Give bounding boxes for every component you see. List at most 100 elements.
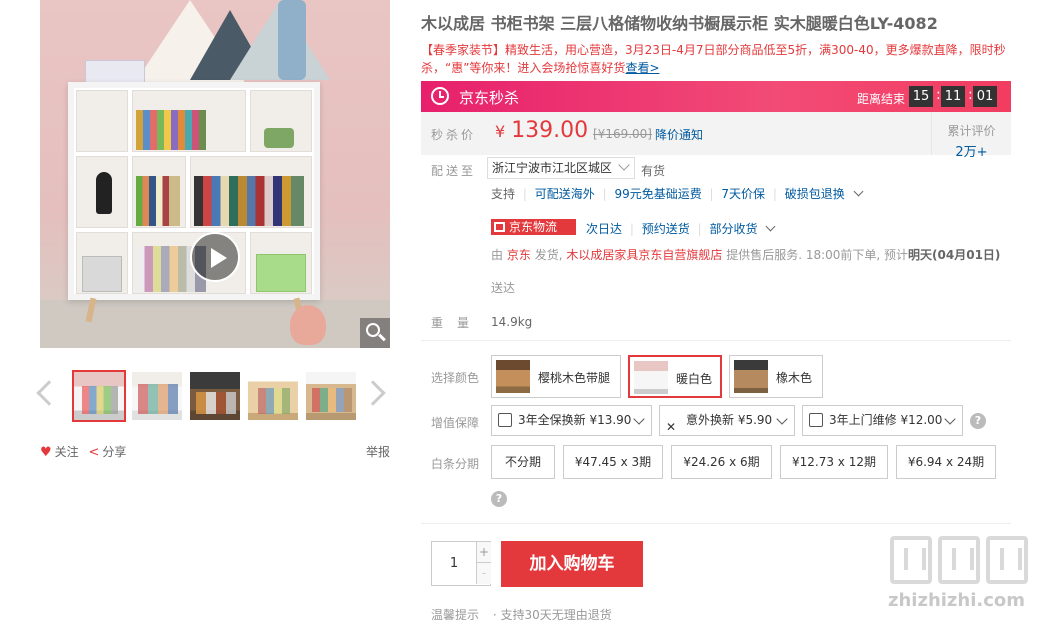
thumbnail-1[interactable] [72,370,126,422]
support-row: 支持 | 可配送海外 | 99元免基础运费 | 7天价保 | 破损包退换 [491,185,864,202]
service-option-accident[interactable]: ✕ 意外换新 ¥5.90 [659,405,795,436]
countdown-label: 距离结束 [857,92,906,106]
tips-row: 温馨提示 · 支持30天无理由退货 [431,606,612,620]
installment-none[interactable]: 不分期 [491,445,555,479]
alarm-clock-icon [431,87,449,105]
thumbnail-4[interactable] [246,370,300,422]
tools-icon: ✕ [666,420,677,434]
support-item-free-shipping[interactable]: 99元免基础运费 [614,187,701,201]
promo-link[interactable]: 查看> [625,61,659,75]
book-stack [85,60,145,84]
delivery-eta: 明天(04月01日) [908,248,1001,262]
installment-3[interactable]: ¥47.45 x 3期 [563,445,663,479]
thumbnail-3[interactable] [188,370,242,422]
weight-label: 重量 [431,316,484,330]
quantity-stepper: 1 + - [431,541,491,586]
next-thumbnail-arrow-icon[interactable] [360,378,390,414]
chevron-down-icon [633,413,645,425]
support-label: 支持 [491,187,516,201]
support-item-price-protect[interactable]: 7天价保 [721,187,765,201]
vase [278,0,306,80]
price-box: 秒杀价 ¥139.00 [¥169.00] 降价通知 累计评价 2万+ [421,112,1011,160]
prev-thumbnail-arrow-icon[interactable] [36,378,62,414]
address-value: 浙江宁波市江北区城区 [492,161,613,175]
help-icon[interactable]: ? [491,491,507,507]
tips-label: 温馨提示 [431,608,480,620]
logistics-next-day[interactable]: 次日达 [586,222,622,236]
add-to-cart-button[interactable]: 加入购物车 [501,541,643,587]
quantity-input[interactable]: 1 [432,542,476,585]
store-link[interactable]: 木以成居家具京东自营旗舰店 [566,248,722,262]
color-option-cherry[interactable]: 樱桃木色带腿 [491,355,621,398]
chevron-down-icon [776,413,788,425]
support-item-overseas[interactable]: 可配送海外 [535,187,595,201]
shipper-info: 由 京东 发货, 木以成居家具京东自营旗舰店 提供售后服务. 18:00前下单,… [491,248,1001,262]
help-icon[interactable]: ? [970,413,986,429]
color-swatch [734,360,768,393]
share-label: 分享 [102,445,127,459]
price-label: 秒杀价 [431,128,477,142]
report-link[interactable]: 举报 [366,443,390,460]
chevron-down-icon[interactable] [765,221,776,232]
chevron-down-icon [944,413,956,425]
chevron-down-icon [618,159,630,171]
repair-icon [809,413,823,427]
service-option-home-repair[interactable]: 3年上门维修 ¥12.00 [802,405,963,436]
thumbnail-5[interactable] [304,370,358,422]
service-label: 增值保障 [431,416,480,430]
share-row: ♥ 关注 < 分享 举报 [40,443,390,460]
divider [421,523,1011,524]
logistics-partial-receive[interactable]: 部分收货 [709,222,757,236]
service-option-3yr-replace[interactable]: 3年全保换新 ¥13.90 [491,405,652,436]
color-swatch [496,360,530,393]
follow-button[interactable]: ♥ 关注 [40,445,83,460]
color-swatch [634,361,668,394]
installment-label: 白条分期 [431,457,480,471]
watermark-text: zhizhizhi.com [888,590,1026,611]
seckill-label: 京东秒杀 [459,89,520,107]
weight-value: 14.9kg [491,315,533,329]
toy-rabbit [290,305,326,345]
color-option-oak[interactable]: 橡木色 [729,355,823,398]
share-button[interactable]: < 分享 [88,445,127,460]
promo-banner: 【春季家装节】精致生活，用心营造，3月23日-4月7日部分商品低至5折，满300… [421,41,1009,77]
address-selector[interactable]: 浙江宁波市江北区城区 [487,157,635,179]
jd-logistics-badge: 京东物流 [491,219,576,235]
review-count[interactable]: 2万+ [932,141,1011,160]
support-item-damage-return[interactable]: 破损包退换 [785,187,845,201]
shipper-tail: 送达 [491,281,516,295]
price-drop-notify-link[interactable]: 降价通知 [655,126,703,143]
shield-icon [498,413,512,427]
installment-24[interactable]: ¥6.94 x 24期 [896,445,996,479]
tips-text: · 支持30天无理由退货 [492,608,612,620]
main-product-image[interactable] [40,0,390,348]
countdown-seconds: 01 [973,86,997,107]
divider [421,340,1011,341]
chevron-down-icon[interactable] [853,186,864,197]
thumbnail-2[interactable] [130,370,184,422]
countdown-hours: 15 [909,86,933,107]
installment-12[interactable]: ¥12.73 x 12期 [780,445,888,479]
seckill-bar: 京东秒杀 距离结束 15 : 11 : 01 [421,81,1011,112]
review-label: 累计评价 [947,124,996,138]
logistics-row: 次日达 | 预约送货 | 部分收货 [586,220,776,237]
installment-6[interactable]: ¥24.26 x 6期 [671,445,772,479]
quantity-minus-button[interactable]: - [476,563,491,584]
delivery-label: 配送至 [431,164,477,178]
heart-icon: ♥ [40,445,52,460]
color-option-warm-white[interactable]: 暖白色 [628,355,722,398]
zoom-icon[interactable] [360,318,390,348]
seckill-price: ¥139.00 [495,118,589,143]
play-video-icon[interactable] [190,232,240,282]
product-title: 木以成居 书柜书架 三层八格储物收纳书橱展示柜 实木腿暖白色LY-4082 [421,14,938,33]
stock-status: 有货 [641,164,666,178]
logistics-appointment[interactable]: 预约送货 [642,222,690,236]
color-label: 选择颜色 [431,371,480,385]
countdown-minutes: 11 [941,86,965,107]
quantity-plus-button[interactable]: + [476,542,491,563]
shipper-jd-link[interactable]: 京东 [507,248,531,262]
share-icon: < [88,445,100,460]
promo-text: 【春季家装节】精致生活，用心营造，3月23日-4月7日部分商品低至5折，满300… [421,43,1006,75]
review-summary[interactable]: 累计评价 2万+ [931,112,1011,160]
original-price: [¥169.00] [593,127,652,141]
